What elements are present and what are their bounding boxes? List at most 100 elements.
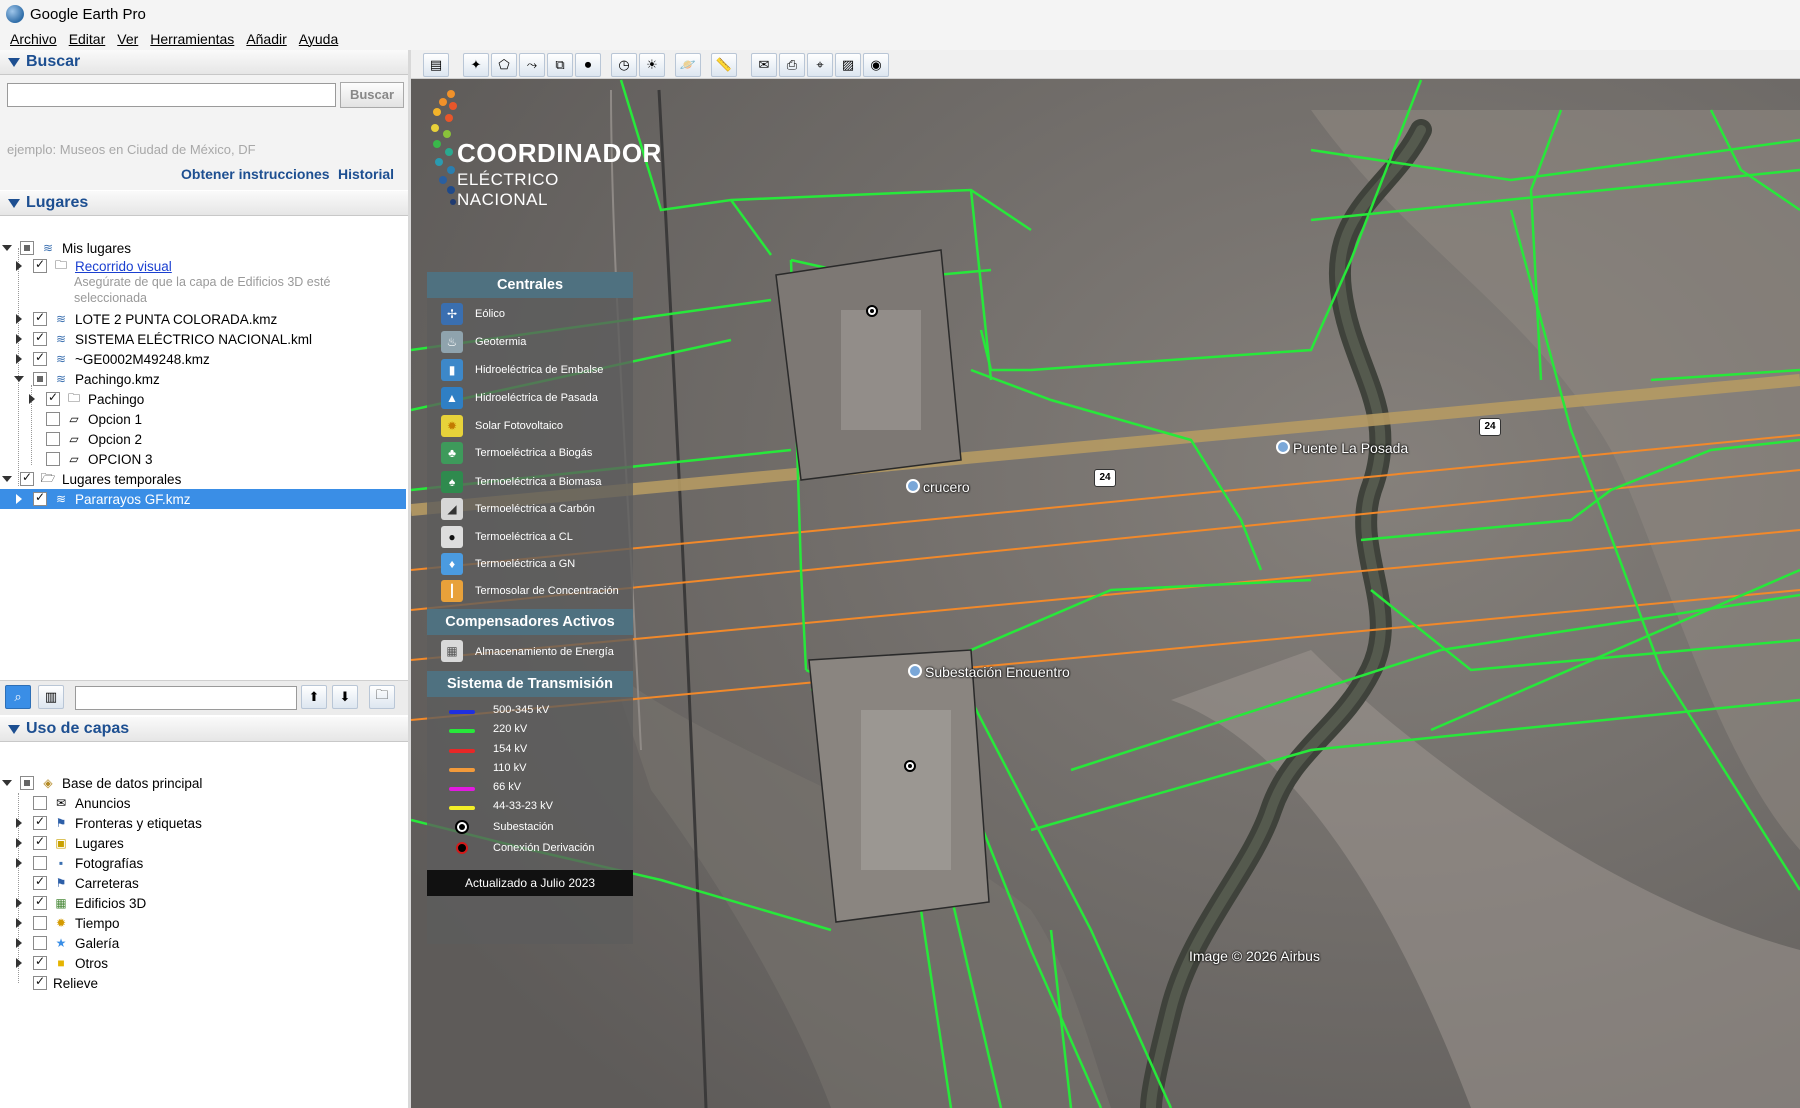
menu-archivo[interactable]: Archivo xyxy=(10,31,57,47)
checkbox[interactable] xyxy=(20,470,34,486)
layer-fronteras[interactable]: ⚑ Fronteras y etiquetas xyxy=(0,813,202,833)
layer-base-datos[interactable]: ◈ Base de datos principal xyxy=(0,773,202,793)
layer-anuncios[interactable]: ✉ Anuncios xyxy=(0,793,131,813)
expand-arrow-icon[interactable] xyxy=(16,858,22,868)
move-up-icon[interactable]: ⬆ xyxy=(301,685,327,709)
expand-arrow-icon[interactable] xyxy=(16,494,22,504)
tree-item-opcion-2[interactable]: ▱ Opcion 2 xyxy=(0,429,142,449)
expand-arrow-icon[interactable] xyxy=(29,394,35,404)
checkbox[interactable] xyxy=(33,814,47,830)
tree-item-pachingo-folder[interactable]: 🗀 Pachingo xyxy=(0,389,144,409)
menu-ayuda[interactable]: Ayuda xyxy=(299,31,338,47)
layer-otros[interactable]: ■ Otros xyxy=(0,953,108,973)
checkbox[interactable] xyxy=(33,372,47,386)
checkbox[interactable] xyxy=(33,257,47,273)
add-path-icon[interactable]: ⤳ xyxy=(519,53,545,77)
checkbox[interactable] xyxy=(33,834,47,850)
email-icon[interactable]: ✉ xyxy=(751,53,777,77)
checkbox[interactable] xyxy=(33,330,47,346)
expand-arrow-icon[interactable] xyxy=(2,245,12,251)
tree-item-opcion-1[interactable]: ▱ Opcion 1 xyxy=(0,409,142,429)
expand-arrow-icon[interactable] xyxy=(16,334,22,344)
map-label-puente[interactable]: Puente La Posada xyxy=(1276,440,1408,456)
collapse-triangle-icon[interactable] xyxy=(8,57,20,67)
expand-arrow-icon[interactable] xyxy=(16,354,22,364)
search-mode-icon[interactable]: ⌕ xyxy=(5,685,31,709)
add-folder-icon[interactable]: 🗀 xyxy=(369,685,395,709)
checkbox[interactable] xyxy=(20,241,34,255)
expand-arrow-icon[interactable] xyxy=(16,918,22,928)
history-link[interactable]: Historial xyxy=(338,166,394,182)
search-section-header[interactable]: Buscar xyxy=(0,50,408,75)
menu-anadir[interactable]: Añadir xyxy=(246,31,286,47)
checkbox[interactable] xyxy=(33,974,47,990)
planets-icon[interactable]: 🪐 xyxy=(675,53,701,77)
layers-section-header[interactable]: Uso de capas xyxy=(0,717,408,742)
expand-arrow-icon[interactable] xyxy=(16,938,22,948)
directions-link[interactable]: Obtener instrucciones xyxy=(181,166,330,182)
menu-herramientas[interactable]: Herramientas xyxy=(150,31,234,47)
sunlight-icon[interactable]: ☀ xyxy=(639,53,665,77)
tree-item-lote2[interactable]: ≋ LOTE 2 PUNTA COLORADA.kmz xyxy=(0,309,277,329)
layer-tiempo[interactable]: ✹ Tiempo xyxy=(0,913,120,933)
layer-relieve[interactable]: Relieve xyxy=(0,973,98,993)
checkbox[interactable] xyxy=(33,796,47,810)
places-filter-input[interactable] xyxy=(75,686,297,710)
layer-lugares[interactable]: ▣ Lugares xyxy=(0,833,124,853)
tree-item-sistema-electrico[interactable]: ≋ SISTEMA ELÉCTRICO NACIONAL.kml xyxy=(0,329,312,349)
expand-arrow-icon[interactable] xyxy=(2,476,12,482)
checkbox[interactable] xyxy=(33,954,47,970)
menu-ver[interactable]: Ver xyxy=(117,31,138,47)
checkbox[interactable] xyxy=(20,776,34,790)
expand-arrow-icon[interactable] xyxy=(16,838,22,848)
expand-arrow-icon[interactable] xyxy=(16,314,22,324)
record-tour-icon[interactable]: ⏺ xyxy=(575,53,601,77)
print-icon[interactable]: ⎙ xyxy=(779,53,805,77)
map-label-subestacion[interactable]: Subestación Encuentro xyxy=(908,664,1070,680)
view-in-maps-icon[interactable]: ⌖ xyxy=(807,53,833,77)
checkbox[interactable] xyxy=(33,856,47,870)
checkbox[interactable] xyxy=(33,936,47,950)
tree-item-ge0002[interactable]: ≋ ~GE0002M49248.kmz xyxy=(0,349,210,369)
expand-arrow-icon[interactable] xyxy=(16,958,22,968)
tree-item-opcion-3[interactable]: ▱ OPCION 3 xyxy=(0,449,153,469)
checkbox[interactable] xyxy=(46,412,60,426)
image-overlay-icon[interactable]: ⧉ xyxy=(547,53,573,77)
places-section-header[interactable]: Lugares xyxy=(0,191,408,216)
add-polygon-icon[interactable]: ⬠ xyxy=(491,53,517,77)
checkbox[interactable] xyxy=(46,432,60,446)
map-view[interactable]: ▤ ✦ ⬠ ⤳ ⧉ ⏺ ◷ ☀ 🪐 📏 ✉ ⎙ ⌖ ▨ ◉ COORDINADO… xyxy=(411,50,1800,1108)
checkbox[interactable] xyxy=(33,350,47,366)
checkbox[interactable] xyxy=(46,452,60,466)
expand-arrow-icon[interactable] xyxy=(16,818,22,828)
checkbox[interactable] xyxy=(33,916,47,930)
checkbox[interactable] xyxy=(33,874,47,890)
layer-carreteras[interactable]: ⚑ Carreteras xyxy=(0,873,139,893)
layer-galeria[interactable]: ★ Galería xyxy=(0,933,119,953)
checkbox[interactable] xyxy=(33,894,47,910)
menu-editar[interactable]: Editar xyxy=(69,31,106,47)
historical-imagery-icon[interactable]: ◷ xyxy=(611,53,637,77)
layer-edificios-3d[interactable]: ▦ Edificios 3D xyxy=(0,893,146,913)
expand-arrow-icon[interactable] xyxy=(2,780,12,786)
save-image-icon[interactable]: ▨ xyxy=(835,53,861,77)
search-input[interactable] xyxy=(7,83,336,107)
tree-item-lugares-temporales[interactable]: 🗁 Lugares temporales xyxy=(0,469,181,489)
collapse-triangle-icon[interactable] xyxy=(8,198,20,208)
tree-item-pachingo-kmz[interactable]: ≋ Pachingo.kmz xyxy=(0,369,160,389)
expand-arrow-icon[interactable] xyxy=(16,898,22,908)
checkbox[interactable] xyxy=(46,390,60,406)
add-placemark-icon[interactable]: ✦ xyxy=(463,53,489,77)
tree-item-pararrayos[interactable]: ≋ Pararrayos GF.kmz xyxy=(0,489,406,509)
layer-fotografias[interactable]: ▪ Fotografías xyxy=(0,853,143,873)
panel-toggle-icon[interactable]: ▥ xyxy=(38,685,64,709)
checkbox[interactable] xyxy=(33,310,47,326)
ruler-icon[interactable]: 📏 xyxy=(711,53,737,77)
search-button[interactable]: Buscar xyxy=(340,82,404,108)
collapse-triangle-icon[interactable] xyxy=(8,724,20,734)
move-down-icon[interactable]: ⬇ xyxy=(332,685,358,709)
map-label-crucero[interactable]: crucero xyxy=(906,479,970,495)
expand-arrow-icon[interactable] xyxy=(14,376,24,382)
checkbox[interactable] xyxy=(33,490,47,506)
earth-gallery-icon[interactable]: ◉ xyxy=(863,53,889,77)
